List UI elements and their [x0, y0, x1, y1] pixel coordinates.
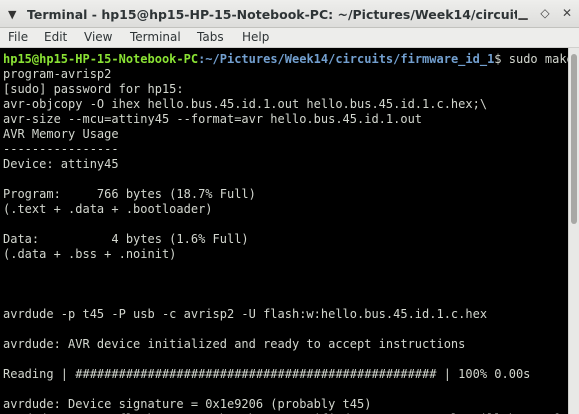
menu-terminal[interactable]: Terminal: [130, 30, 181, 44]
terminal-line: avr-objcopy -O ihex hello.bus.45.id.1.ou…: [3, 97, 488, 111]
terminal-line: avrdude -p t45 -P usb -c avrisp2 -U flas…: [3, 307, 488, 321]
menu-bar: File Edit View Terminal Tabs Help: [0, 28, 579, 48]
menu-file[interactable]: File: [8, 30, 28, 44]
window-menu-icon[interactable]: ▼: [8, 8, 16, 21]
terminal-line: (.text + .data + .bootloader): [3, 202, 213, 216]
terminal-line: avrdude: AVR device initialized and read…: [3, 337, 466, 351]
maximize-icon[interactable]: ◇: [536, 4, 554, 22]
title-bar[interactable]: ▼ Terminal - hp15@hp15-HP-15-Notebook-PC…: [0, 0, 579, 28]
terminal-line: [sudo] password for hp15:: [3, 82, 184, 96]
terminal-line: ----------------: [3, 142, 119, 156]
prompt-user: hp15@hp15-HP-15-Notebook-PC: [3, 52, 199, 66]
menu-edit[interactable]: Edit: [44, 30, 67, 44]
scrollbar[interactable]: [568, 48, 579, 414]
terminal-line: Reading | ##############################…: [3, 367, 531, 381]
menu-view[interactable]: View: [84, 30, 112, 44]
terminal-line: avr-size --mcu=attiny45 --format=avr hel…: [3, 112, 423, 126]
terminal-output[interactable]: hp15@hp15-HP-15-Notebook-PC:~/Pictures/W…: [0, 48, 568, 414]
terminal-line: Data: 4 bytes (1.6% Full): [3, 232, 249, 246]
minimize-icon[interactable]: ▁: [514, 4, 532, 22]
terminal-line: Program: 766 bytes (18.7% Full): [3, 187, 256, 201]
terminal-line: (.data + .bss + .noinit): [3, 247, 177, 261]
terminal-line: Device: attiny45: [3, 157, 119, 171]
menu-tabs[interactable]: Tabs: [197, 30, 224, 44]
window-title: Terminal - hp15@hp15-HP-15-Notebook-PC: …: [27, 7, 517, 22]
scroll-thumb[interactable]: [571, 54, 577, 224]
terminal-line: AVR Memory Usage: [3, 127, 119, 141]
prompt-line: hp15@hp15-HP-15-Notebook-PC:~/Pictures/W…: [3, 52, 568, 67]
close-icon[interactable]: ✕: [558, 4, 576, 22]
menu-help[interactable]: Help: [242, 30, 269, 44]
terminal-line: avrdude: Device signature = 0x1e9206 (pr…: [3, 397, 372, 411]
terminal-line: program-avrisp2: [3, 67, 112, 81]
prompt-command: $ sudo make: [494, 52, 568, 66]
prompt-path: :~/Pictures/Week14/circuits/firmware_id_…: [198, 52, 495, 66]
